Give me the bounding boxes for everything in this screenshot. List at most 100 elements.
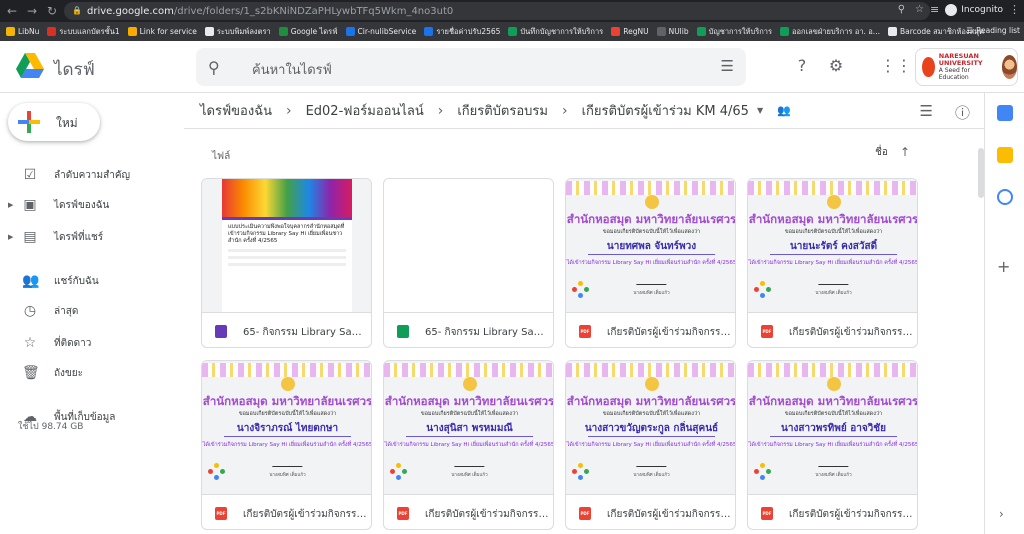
bookmark-item[interactable]: ระบบแลกบัตรชั้น1: [47, 26, 120, 38]
browser-menu-icon[interactable]: ⋮: [1009, 3, 1020, 16]
file-thumbnail: สำนักหอสมุด มหาวิทยาลัยนเรศวร ขอมอบเกียรต…: [202, 361, 371, 494]
chevron-right-icon: ›: [285, 102, 292, 119]
list-view-icon[interactable]: ☰: [920, 102, 933, 123]
search-input[interactable]: ค้นหาในไดรฟ์: [252, 59, 332, 80]
bookmark-item[interactable]: ระบบพิมพ์ลงตรา: [204, 26, 271, 38]
file-name: เกียรติบัตรผู้เข้าร่วมกิจกรรม...: [789, 327, 913, 338]
reload-icon[interactable]: ↻: [44, 3, 60, 19]
calendar-icon[interactable]: [997, 105, 1013, 121]
apps-grid-icon[interactable]: ⋮⋮: [880, 56, 912, 76]
lock-icon: 🔒: [72, 6, 82, 15]
file-card[interactable]: สำนักหอสมุด มหาวิทยาลัยนเรศวร ขอมอบเกียรต…: [383, 360, 554, 530]
bookmarks-bar: LibNu ระบบแลกบัตรชั้น1 Link for service ระบ…: [0, 22, 1024, 41]
search-engine-icon[interactable]: ⚲: [898, 4, 905, 15]
bookmark-star-icon[interactable]: ☆: [915, 4, 924, 15]
forward-icon[interactable]: →: [24, 3, 40, 19]
incognito-icon: [945, 3, 958, 16]
file-name: 65- กิจกรรม Library Say H...: [425, 327, 549, 338]
reading-list-button[interactable]: ☰ Reading list: [966, 26, 1020, 35]
file-thumbnail: สำนักหอสมุด มหาวิทยาลัยนเรศวร ขอมอบเกียรต…: [566, 361, 735, 494]
trash-icon: 🗑: [22, 365, 40, 381]
file-card[interactable]: สำนักหอสมุด มหาวิทยาลัยนเรศวร ขอมอบเกียรต…: [201, 360, 372, 530]
file-thumbnail: สำนักหอสมุด มหาวิทยาลัยนเรศวร ขอมอบเกียรต…: [384, 361, 553, 494]
seal-icon: [827, 195, 841, 209]
bookmark-item[interactable]: LibNu: [6, 27, 39, 36]
signature: [818, 457, 852, 467]
seal-icon: [645, 377, 659, 391]
file-card[interactable]: แบบประเมินความพึงพอใจบุคลากรสำนักหอสมุดท…: [201, 178, 372, 348]
file-name: เกียรติบัตรผู้เข้าร่วมกิจกรรม...: [607, 327, 731, 338]
file-card[interactable]: 65- กิจกรรม Library Say H...: [383, 178, 554, 348]
seal-icon: [645, 195, 659, 209]
bookmark-favicon-icon: [127, 27, 137, 36]
bookmark-item[interactable]: Link for service: [127, 27, 197, 36]
file-thumbnail: แบบประเมินความพึงพอใจบุคลากรสำนักหอสมุดท…: [202, 179, 371, 312]
file-name: เกียรติบัตรผู้เข้าร่วมกิจกรรม...: [425, 509, 549, 520]
app-title[interactable]: ไดรฟ์: [54, 56, 95, 83]
search-bar[interactable]: ⚲ ค้นหาในไดรฟ์ ☰: [196, 48, 746, 86]
help-icon[interactable]: ?: [792, 56, 812, 76]
bookmark-item[interactable]: บัญชาการให้บริการ: [696, 26, 772, 38]
file-card[interactable]: สำนักหอสมุด มหาวิทยาลัยนเรศวร ขอมอบเกียรต…: [747, 360, 918, 530]
breadcrumb-item[interactable]: Ed02-ฟอร์มออนไลน์: [306, 100, 424, 121]
file-name: เกียรติบัตรผู้เข้าร่วมกิจกรรม...: [607, 509, 731, 520]
chevron-right-icon[interactable]: ›: [999, 507, 1004, 521]
address-bar[interactable]: 🔒 drive.google.com/drive/folders/1_s2bKN…: [64, 2, 930, 20]
shared-with-me-icon: 👥: [22, 273, 40, 289]
breadcrumb-item[interactable]: เกียรติบัตรอบรม: [457, 100, 548, 121]
pdf-file-icon: PDF: [579, 507, 591, 520]
info-icon[interactable]: ⓘ: [955, 102, 970, 123]
settings-gear-icon[interactable]: ⚙: [826, 56, 846, 76]
file-card[interactable]: สำนักหอสมุด มหาวิทยาลัยนเรศวร ขอมอบเกียรต…: [747, 178, 918, 348]
bookmark-item[interactable]: บันทึกบัญชาการให้บริการ: [508, 26, 603, 38]
avatar[interactable]: [1001, 55, 1018, 79]
bookmark-item[interactable]: Cir-nulibService: [345, 27, 416, 36]
org-logo-icon: [922, 57, 935, 77]
bookmark-favicon-icon: [424, 27, 434, 36]
reading-list-icon: ☰: [966, 26, 974, 35]
add-addon-icon[interactable]: +: [997, 257, 1010, 276]
search-icon[interactable]: ⚲: [208, 58, 220, 77]
expand-caret-icon[interactable]: ▶: [8, 201, 13, 209]
sidebar-item-my-drive[interactable]: ▶ ▣ ไดรฟ์ของฉัน: [0, 191, 184, 219]
main-content: ไดรฟ์ของฉัน › Ed02-ฟอร์มออนไลน์ › เกียรติบัต…: [184, 93, 984, 534]
sidebar-item-recent[interactable]: ◷ ล่าสุด: [0, 297, 184, 325]
bookmark-favicon-icon: [696, 27, 706, 36]
signature: [272, 457, 306, 467]
incognito-badge[interactable]: Incognito: [945, 3, 1003, 16]
sidebar-item-trash[interactable]: 🗑 ถังขยะ: [0, 359, 184, 387]
pdf-file-icon: PDF: [579, 325, 591, 338]
sidebar-item-shared-with-me[interactable]: 👥 แชร์กับฉัน: [0, 267, 184, 295]
extensions-icon[interactable]: ≡: [930, 3, 939, 16]
account-switcher[interactable]: NARESUAN UNIVERSITY A Seed for Education: [915, 48, 1018, 86]
pdf-file-icon: PDF: [397, 507, 409, 520]
drive-logo-icon[interactable]: [16, 53, 44, 79]
tasks-icon[interactable]: [997, 189, 1013, 205]
plus-icon: [18, 111, 40, 133]
file-card[interactable]: สำนักหอสมุด มหาวิทยาลัยนเรศวร ขอมอบเกียรต…: [565, 178, 736, 348]
signature: [636, 275, 670, 285]
bookmark-item[interactable]: NUlib: [656, 27, 689, 36]
sidebar-item-starred[interactable]: ☆ ที่ติดดาว: [0, 329, 184, 357]
back-icon[interactable]: ←: [4, 3, 20, 19]
search-options-icon[interactable]: ☰: [721, 57, 734, 75]
keep-icon[interactable]: [997, 147, 1013, 163]
sidebar: ใหม่ ☑ ลำดับความสำคัญ ▶ ▣ ไดรฟ์ของฉัน ▶ ▤ ไดรฟ์…: [0, 93, 184, 534]
bookmark-item[interactable]: RegNU: [611, 27, 649, 36]
file-card[interactable]: สำนักหอสมุด มหาวิทยาลัยนเรศวร ขอมอบเกียรต…: [565, 360, 736, 530]
seal-icon: [827, 377, 841, 391]
bookmark-item[interactable]: รายชื่อค่าปรับ2565: [424, 26, 500, 38]
seal-icon: [281, 377, 295, 391]
expand-caret-icon[interactable]: ▶: [8, 233, 13, 241]
sidebar-item-shared-drives[interactable]: ▶ ▤ ไดรฟ์ที่แชร์: [0, 223, 184, 251]
chevron-right-icon: ›: [437, 102, 444, 119]
folder-menu-chevron-down-icon[interactable]: ▼: [757, 106, 763, 115]
breadcrumb-item[interactable]: ไดรฟ์ของฉัน: [200, 100, 272, 121]
sort-control[interactable]: ชื่อ ↑: [875, 145, 910, 160]
bookmark-item[interactable]: ออกเลขฝ่ายบริการ อา. อ...: [780, 26, 880, 38]
bookmark-item[interactable]: Google ไดรฟ์: [278, 26, 338, 38]
sidebar-item-priority[interactable]: ☑ ลำดับความสำคัญ: [0, 161, 184, 189]
sort-arrow-icon[interactable]: ↑: [900, 145, 910, 160]
new-button[interactable]: ใหม่: [8, 103, 100, 141]
breadcrumb-item[interactable]: เกียรติบัตรผู้เข้าร่วม KM 4/65: [582, 100, 749, 121]
